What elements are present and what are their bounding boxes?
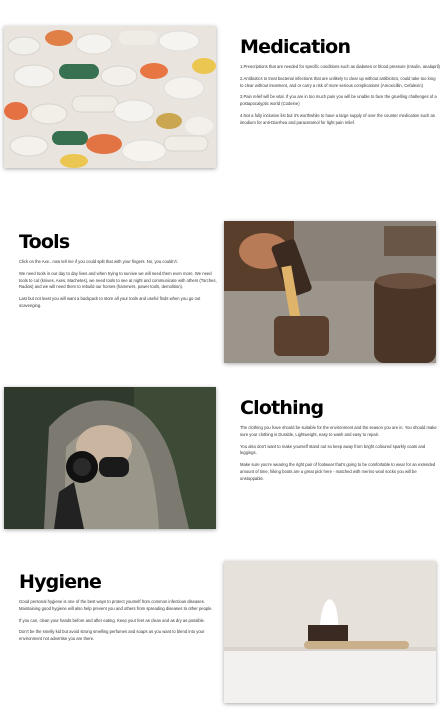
medication-paragraph: 1.Prescriptions that are needed for spec… <box>240 64 440 69</box>
hygiene-paragraph: Don't be the smelly kid but avoid strong… <box>19 629 205 642</box>
tools-paragraph: Last but not least you will want a backp… <box>19 296 201 308</box>
tools-title: Tools <box>19 231 70 253</box>
tools-paragraph: We need tools in our day to day lives an… <box>19 270 217 290</box>
clothing-title: Clothing <box>240 397 324 419</box>
hygiene-section: Hygiene Good personal hygiene is one of … <box>0 561 445 706</box>
toothbrush-image <box>224 561 436 703</box>
hygiene-title: Hygiene <box>19 571 102 593</box>
clothing-text: Clothing The clothing you have should be… <box>240 397 440 488</box>
medication-paragraph: 3.Pain relief will be vital. If you are … <box>240 94 437 107</box>
hygiene-paragraph: If you can, clean your hands before and … <box>19 617 205 623</box>
clothing-paragraph: The clothing you have should be suitable… <box>240 425 437 437</box>
medication-title: Medication <box>240 36 351 58</box>
clothing-paragraph: Make sure you're wearing the right pair … <box>240 462 436 481</box>
gas-mask-image <box>4 387 216 529</box>
hygiene-text: Hygiene Good personal hygiene is one of … <box>19 571 219 648</box>
medication-paragraph: 2.Antibiotics to treat bacterial infecti… <box>240 75 436 88</box>
hygiene-paragraph: Good personal hygiene is one of the best… <box>19 599 213 611</box>
clothing-paragraph: You also don't want to make yourself sta… <box>240 443 426 456</box>
medication-section: Medication 1.Prescriptions that are need… <box>0 26 445 171</box>
medication-text: Medication 1.Prescriptions that are need… <box>240 36 440 132</box>
medication-paragraph: 4.Not a fully inclusive list but it's wo… <box>240 112 435 125</box>
tools-text: Tools Click on the Axe...now tell me if … <box>19 231 219 315</box>
tools-paragraph: Click on the Axe...now tell me if you co… <box>19 259 178 264</box>
axe-image[interactable] <box>224 221 436 363</box>
pills-image <box>4 26 216 168</box>
tools-section: Tools Click on the Axe...now tell me if … <box>0 221 445 366</box>
clothing-section: Clothing The clothing you have should be… <box>0 387 445 532</box>
